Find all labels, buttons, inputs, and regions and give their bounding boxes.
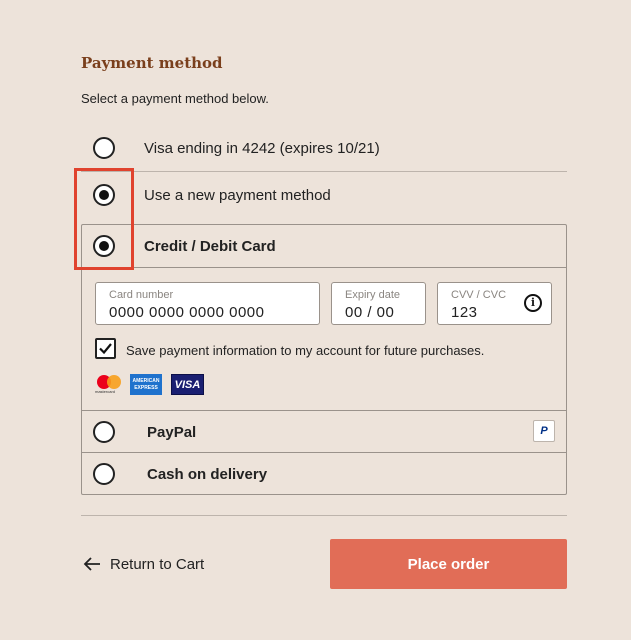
page-title: Payment method <box>81 54 223 72</box>
card-number-label: Card number <box>109 289 174 301</box>
payment-options-panel: Credit / Debit Card Card number 0000 000… <box>81 224 567 495</box>
cvv-label: CVV / CVC <box>451 289 507 301</box>
expiry-date-value: 00 / 00 <box>345 304 395 321</box>
cod-label: Cash on delivery <box>147 466 268 483</box>
cvv-field[interactable]: CVV / CVC 123 i <box>437 282 552 325</box>
paypal-logo-icon: P <box>533 420 555 442</box>
amex-logo: AMERICAN EXPRESS <box>130 374 162 395</box>
saved-card-label: Visa ending in 4242 (expires 10/21) <box>144 140 380 157</box>
return-to-cart-label: Return to Cart <box>110 556 205 573</box>
credit-card-label: Credit / Debit Card <box>144 238 276 255</box>
save-payment-checkbox[interactable] <box>95 338 116 359</box>
divider <box>82 267 566 268</box>
save-payment-label: Save payment information to my account f… <box>126 343 485 358</box>
visa-logo: VISA <box>171 374 204 395</box>
expiry-date-label: Expiry date <box>345 289 401 301</box>
expiry-date-field[interactable]: Expiry date 00 / 00 <box>331 282 426 325</box>
highlight-box <box>74 168 134 270</box>
arrow-left-icon <box>83 557 100 571</box>
cod-radio[interactable] <box>93 463 115 485</box>
card-number-field[interactable]: Card number 0000 0000 0000 0000 <box>95 282 320 325</box>
saved-card-radio[interactable] <box>93 137 115 159</box>
card-number-value: 0000 0000 0000 0000 <box>109 304 265 321</box>
place-order-button[interactable]: Place order <box>330 539 567 589</box>
divider <box>81 515 567 516</box>
checkmark-icon <box>99 343 112 355</box>
mastercard-logo: mastercard <box>95 374 125 395</box>
new-method-label: Use a new payment method <box>144 187 331 204</box>
info-icon[interactable]: i <box>524 294 542 312</box>
divider <box>81 171 567 172</box>
page-subtitle: Select a payment method below. <box>81 91 269 106</box>
cvv-value: 123 <box>451 304 478 321</box>
divider <box>82 452 566 453</box>
paypal-label: PayPal <box>147 424 197 441</box>
divider <box>82 410 566 411</box>
paypal-radio[interactable] <box>93 421 115 443</box>
